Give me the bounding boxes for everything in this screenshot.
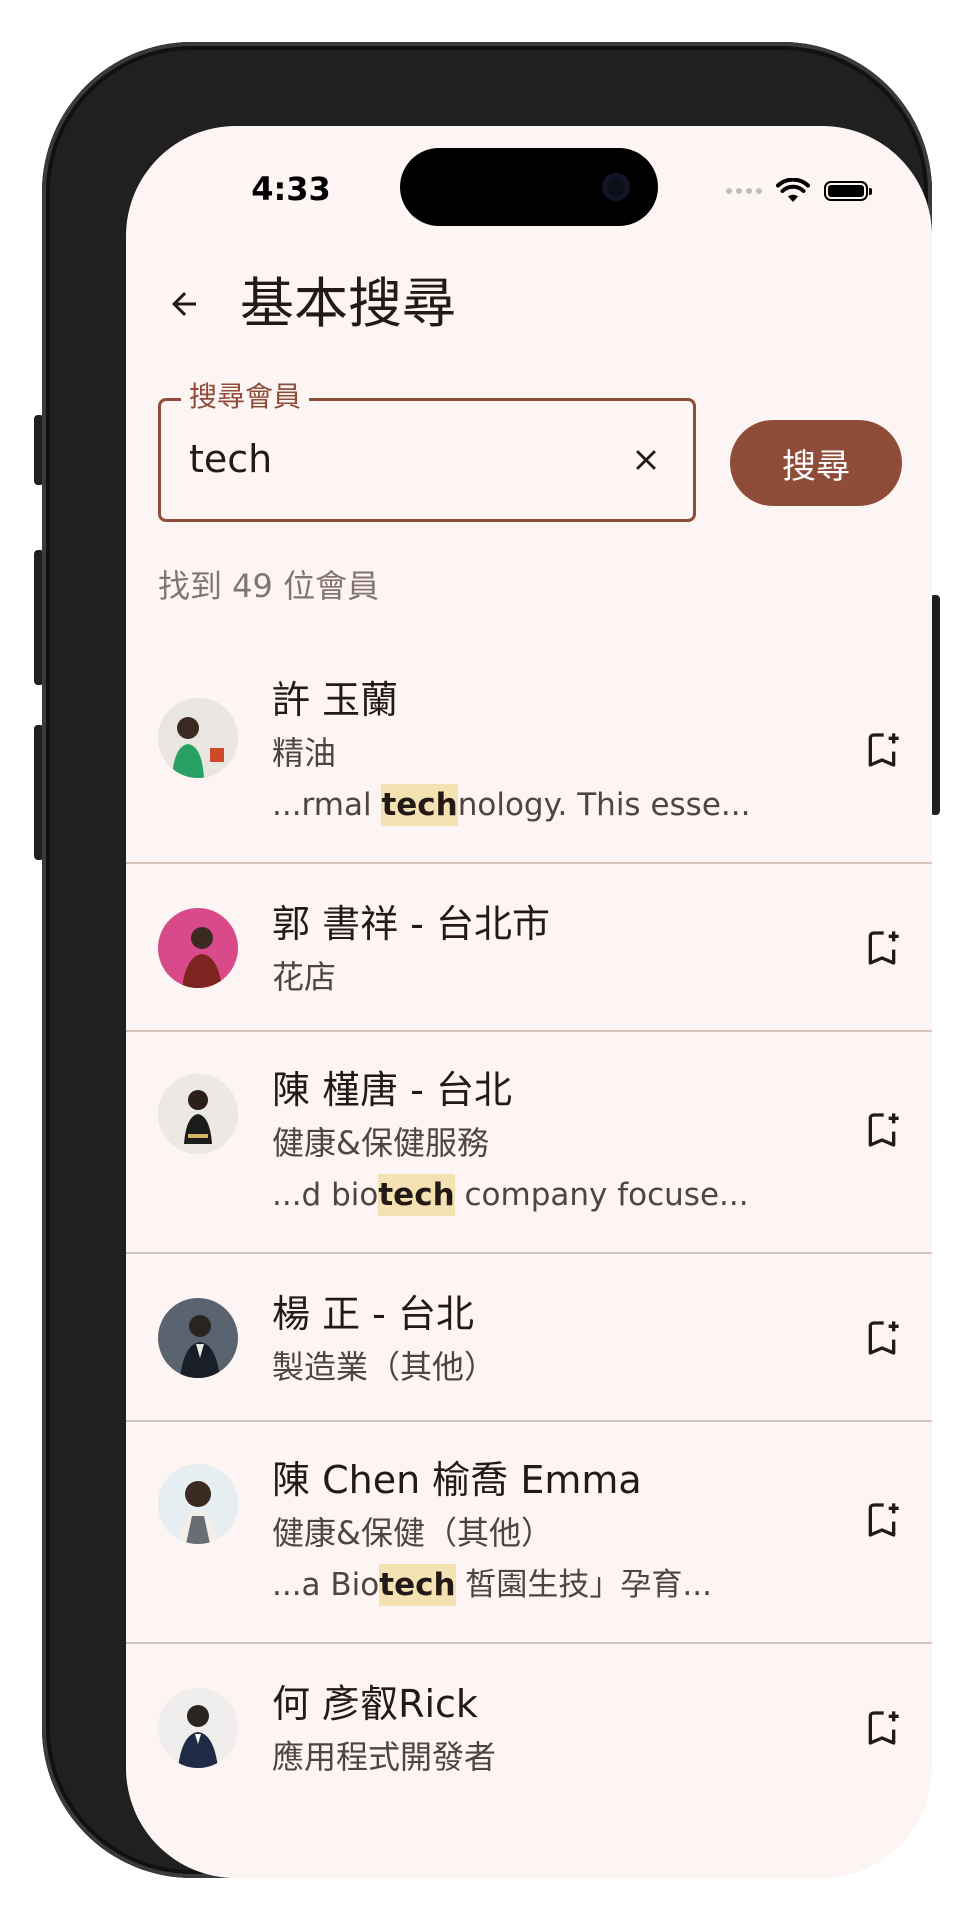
list-item[interactable]: 何 彥叡Rick 應用程式開發者 bbox=[126, 1644, 932, 1812]
member-category: 製造業（其他） bbox=[272, 1348, 497, 1386]
close-icon bbox=[636, 450, 656, 470]
status-time: 4:33 bbox=[251, 170, 331, 208]
list-item[interactable]: 陳 槿唐 - 台北 健康&保健服務 ...d biotech company f… bbox=[126, 1032, 932, 1254]
match-snippet: ...rmal technology. This esse... bbox=[272, 784, 750, 826]
member-list: 許 玉蘭 精油 ...rmal technology. This esse...… bbox=[126, 638, 932, 1812]
member-name: 楊 正 - 台北 bbox=[272, 1292, 474, 1336]
bookmark-add-icon bbox=[868, 1321, 899, 1355]
match-snippet: ...a Biotech 皙園生技」孕育... bbox=[272, 1564, 712, 1606]
avatar bbox=[158, 1464, 238, 1544]
battery-icon bbox=[824, 181, 872, 201]
match-highlight: tech bbox=[379, 1564, 456, 1606]
list-item[interactable]: 許 玉蘭 精油 ...rmal technology. This esse... bbox=[126, 638, 932, 864]
search-field[interactable]: 搜尋會員 bbox=[158, 379, 696, 522]
status-icons bbox=[726, 176, 872, 206]
member-category: 精油 bbox=[272, 734, 337, 772]
wifi-icon bbox=[776, 178, 810, 202]
avatar bbox=[158, 698, 238, 778]
member-category: 花店 bbox=[272, 958, 337, 996]
bookmark-add-button[interactable] bbox=[854, 722, 910, 778]
member-name: 許 玉蘭 bbox=[272, 678, 399, 722]
bookmark-add-icon bbox=[868, 733, 899, 767]
match-highlight: tech bbox=[381, 784, 458, 826]
bookmark-add-button[interactable] bbox=[854, 1310, 910, 1366]
bookmark-add-button[interactable] bbox=[854, 1102, 910, 1158]
avatar bbox=[158, 1074, 238, 1154]
bookmark-add-icon bbox=[868, 1503, 899, 1537]
search-field-label: 搜尋會員 bbox=[181, 379, 310, 415]
member-name: 陳 槿唐 - 台北 bbox=[272, 1068, 512, 1112]
list-item[interactable]: 陳 Chen 榆喬 Emma 健康&保健（其他） ...a Biotech 皙園… bbox=[126, 1422, 932, 1644]
front-camera bbox=[602, 173, 630, 201]
member-category: 健康&保健服務 bbox=[272, 1124, 489, 1162]
search-input[interactable] bbox=[189, 429, 589, 489]
match-highlight: tech bbox=[378, 1174, 455, 1216]
dynamic-island bbox=[400, 148, 658, 226]
list-item[interactable]: 楊 正 - 台北 製造業（其他） bbox=[126, 1254, 932, 1422]
match-snippet: ...d biotech company focuse... bbox=[272, 1174, 749, 1216]
avatar bbox=[158, 1688, 238, 1768]
bookmark-add-button[interactable] bbox=[854, 1700, 910, 1756]
phone-frame: 4:33 基本搜尋 搜尋會員 搜 bbox=[42, 42, 932, 1878]
bookmark-add-icon bbox=[868, 1711, 899, 1745]
bookmark-add-icon bbox=[868, 931, 899, 965]
cellular-icon bbox=[726, 188, 762, 194]
back-button[interactable] bbox=[156, 276, 212, 332]
clear-search-button[interactable] bbox=[621, 435, 671, 485]
list-item[interactable]: 郭 書祥 - 台北市 花店 bbox=[126, 864, 932, 1032]
phone-screen: 4:33 基本搜尋 搜尋會員 搜 bbox=[126, 126, 932, 1878]
arrow-left-icon bbox=[172, 292, 196, 316]
avatar bbox=[158, 1298, 238, 1378]
search-button[interactable]: 搜尋 bbox=[730, 420, 902, 506]
bookmark-add-button[interactable] bbox=[854, 920, 910, 976]
member-name: 陳 Chen 榆喬 Emma bbox=[272, 1458, 642, 1502]
bookmark-add-icon bbox=[868, 1113, 899, 1147]
bookmark-add-button[interactable] bbox=[854, 1492, 910, 1548]
page-title: 基本搜尋 bbox=[240, 272, 456, 335]
member-category: 健康&保健（其他） bbox=[272, 1514, 553, 1552]
member-name: 何 彥叡Rick bbox=[272, 1682, 478, 1726]
result-count: 找到 49 位會員 bbox=[158, 567, 380, 605]
avatar bbox=[158, 908, 238, 988]
member-name: 郭 書祥 - 台北市 bbox=[272, 902, 550, 946]
bottom-safe-area bbox=[126, 1808, 932, 1878]
member-category: 應用程式開發者 bbox=[272, 1738, 497, 1776]
